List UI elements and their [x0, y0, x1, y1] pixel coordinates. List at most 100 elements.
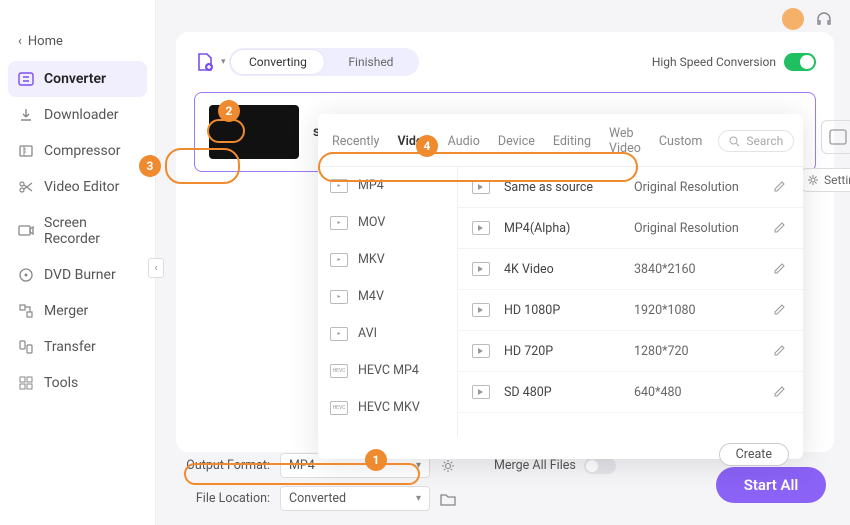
callout-1: 1 [365, 449, 387, 471]
resolution-name: 4K Video [504, 262, 634, 277]
format-icon: HEVC [330, 401, 348, 415]
downloader-icon [18, 107, 34, 123]
format-icon: ▸ [330, 290, 348, 304]
back-home-button[interactable]: ‹ Home [0, 30, 155, 53]
resolution-list: Same as sourceOriginal Resolution MP4(Al… [458, 167, 803, 437]
resolution-name: MP4(Alpha) [504, 221, 634, 236]
output-format-label: Output Format: [180, 458, 270, 473]
video-icon [472, 262, 490, 276]
settings-label: Settings [824, 173, 850, 187]
file-location-select[interactable]: Converted ▾ [280, 486, 430, 511]
high-speed-toggle[interactable] [784, 53, 816, 71]
transfer-icon [18, 339, 34, 355]
resolution-item[interactable]: HD 1080P1920*1080 [458, 290, 803, 331]
tab-custom[interactable]: Custom [657, 132, 705, 151]
edit-icon[interactable] [773, 261, 789, 277]
sidebar-item-merger[interactable]: Merger [0, 293, 155, 329]
resolution-value: 1920*1080 [634, 303, 773, 318]
format-item-mp4[interactable]: ▸ MP4 [318, 167, 457, 204]
segment-finished[interactable]: Finished [324, 50, 417, 74]
edit-icon[interactable] [773, 384, 789, 400]
format-label: MKV [358, 252, 385, 267]
segment-converting[interactable]: Converting [231, 50, 324, 74]
callout-3: 3 [139, 155, 161, 177]
resolution-value: 3840*2160 [634, 262, 773, 277]
scissors-icon [18, 179, 34, 195]
folder-icon[interactable] [440, 492, 456, 506]
sidebar-item-transfer[interactable]: Transfer [0, 329, 155, 365]
popover-footer: Create [318, 437, 803, 472]
format-item-hevc-mp4[interactable]: HEVC HEVC MP4 [318, 352, 457, 389]
resolution-name: SD 480P [504, 385, 634, 400]
format-icon: ▸ [330, 327, 348, 341]
main-area: ▾ ▾ Converting Finished High Speed Conve… [156, 0, 850, 525]
tab-web-video[interactable]: Web Video [607, 124, 643, 158]
resolution-item[interactable]: Same as sourceOriginal Resolution [458, 167, 803, 208]
tab-audio[interactable]: Audio [446, 132, 482, 151]
status-segmented-control[interactable]: Converting Finished [229, 48, 419, 76]
sidebar-item-label: Downloader [44, 107, 119, 123]
format-item-m4v[interactable]: ▸M4V [318, 278, 457, 315]
sidebar-item-converter[interactable]: Converter [8, 61, 147, 97]
sidebar-item-screen-recorder[interactable]: Screen Recorder [0, 205, 155, 257]
tab-editing[interactable]: Editing [551, 132, 593, 151]
format-item-avi[interactable]: ▸AVI [318, 315, 457, 352]
sidebar-item-label: Converter [44, 71, 106, 87]
sidebar-item-video-editor[interactable]: Video Editor [0, 169, 155, 205]
resolution-name: HD 1080P [504, 303, 634, 318]
headset-icon[interactable] [814, 9, 834, 29]
callout-4: 4 [416, 135, 438, 157]
resolution-item[interactable]: SD 480P640*480 [458, 372, 803, 413]
settings-button[interactable]: Settings [796, 168, 850, 192]
file-location-value: Converted [289, 491, 346, 506]
toolbar: ▾ ▾ Converting Finished High Speed Conve… [194, 44, 816, 80]
format-icon: HEVC [330, 364, 348, 378]
sidebar-item-dvd-burner[interactable]: DVD Burner [0, 257, 155, 293]
sidebar-item-tools[interactable]: Tools [0, 365, 155, 401]
chevron-down-icon: ▾ [416, 493, 421, 504]
resolution-item[interactable]: MP4(Alpha)Original Resolution [458, 208, 803, 249]
sidebar-item-compressor[interactable]: Compressor [0, 133, 155, 169]
high-speed-label: High Speed Conversion [652, 55, 776, 69]
format-label: HEVC MP4 [358, 363, 419, 378]
format-item-mkv[interactable]: ▸ MKV [318, 241, 457, 278]
resolution-value: Original Resolution [634, 180, 773, 195]
edit-icon[interactable] [773, 220, 789, 236]
tab-recently[interactable]: Recently [330, 132, 381, 151]
sidebar-item-label: Tools [44, 375, 78, 391]
create-button[interactable]: Create [719, 443, 789, 466]
search-icon [729, 136, 740, 147]
disc-icon [18, 267, 34, 283]
edit-icon[interactable] [773, 343, 789, 359]
format-icon: ▸ [330, 179, 348, 193]
video-icon [472, 344, 490, 358]
video-icon [472, 303, 490, 317]
output-format-chip[interactable] [821, 120, 850, 154]
resolution-item[interactable]: HD 720P1280*720 [458, 331, 803, 372]
format-item-mov[interactable]: ▸MOV [318, 204, 457, 241]
sidebar-item-downloader[interactable]: Downloader [0, 97, 155, 133]
format-label: MOV [358, 215, 385, 230]
resolution-item[interactable]: 4K Video3840*2160 [458, 249, 803, 290]
add-file-button[interactable]: ▾ [194, 51, 226, 73]
edit-icon[interactable] [773, 302, 789, 318]
chevron-down-icon: ▾ [221, 57, 226, 67]
video-icon [472, 385, 490, 399]
format-label: HEVC MKV [358, 400, 420, 415]
avatar[interactable] [782, 8, 804, 30]
popover-tabs: Recently Video Audio Device Editing Web … [318, 114, 803, 167]
format-label: MP4 [358, 178, 384, 193]
sidebar-collapse-handle[interactable]: ‹ [148, 258, 164, 278]
chevron-left-icon: ‹ [18, 34, 22, 49]
edit-icon[interactable] [773, 179, 789, 195]
start-all-button[interactable]: Start All [716, 467, 826, 503]
search-input[interactable]: Search [718, 130, 794, 152]
converter-icon [18, 71, 34, 87]
sidebar-item-label: Compressor [44, 143, 120, 159]
format-item-hevc-mkv[interactable]: HEVC HEVC MKV [318, 389, 457, 426]
gear-icon [807, 174, 819, 186]
sidebar: ‹ Home Converter Downloader Compressor V… [0, 0, 156, 525]
format-popover: Recently Video Audio Device Editing Web … [318, 114, 803, 459]
format-icon: ▸ [330, 253, 348, 267]
tab-device[interactable]: Device [496, 132, 537, 151]
